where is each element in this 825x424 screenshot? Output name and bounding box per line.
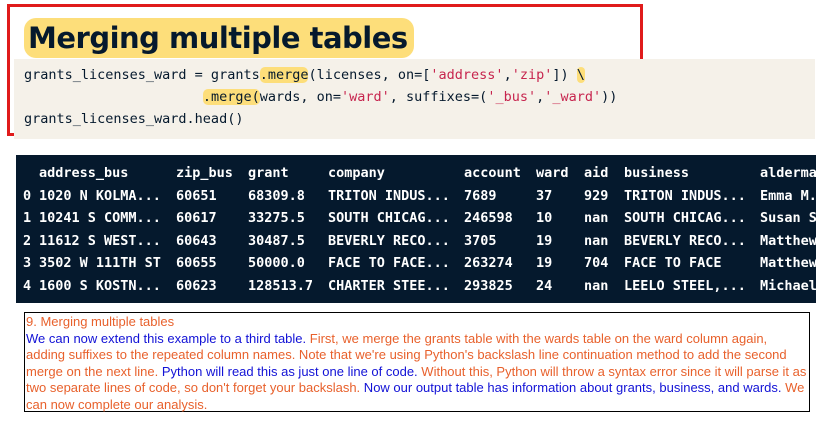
table-row: 0 1020 N KOLMA... 60651 68309.8 TRITON I…	[16, 185, 816, 208]
table-cell: nan	[584, 210, 609, 227]
notes-sentence: We can now extend this example to a thir…	[26, 330, 307, 346]
code-line-2: .merge(wards, on='ward', suffixes=('_bus…	[24, 86, 815, 108]
table-cell: nan	[584, 232, 609, 249]
notes-sentence: Now our output table has information abo…	[360, 380, 782, 396]
column-header: aid	[584, 165, 609, 181]
row-index: 3	[23, 255, 32, 272]
table-cell: 60617	[176, 210, 217, 227]
code-text: ])	[552, 67, 577, 83]
speaker-notes: 9. Merging multiple tables We can now ex…	[24, 312, 810, 412]
code-text: , suffixes=(	[389, 89, 488, 105]
table-row: 4 1600 S KOSTN... 60623 128513.7 CHARTER…	[16, 275, 816, 298]
row-index: 2	[23, 232, 32, 249]
code-string: 'address'	[430, 67, 504, 83]
code-text: (licenses, on=[	[308, 67, 431, 83]
notes-sentence: Python will read this as just one line o…	[158, 363, 418, 379]
code-line-3: grants_licenses_ward.head()	[24, 111, 244, 127]
table-cell: Matthew	[760, 255, 816, 272]
table-cell: FACE TO FACE...	[328, 255, 450, 272]
backslash-highlight: \	[576, 67, 585, 83]
table-row: 2 11612 S WEST... 60643 30487.5 BEVERLY …	[16, 230, 816, 253]
table-cell: 3705	[464, 232, 497, 249]
table-cell: 10	[536, 210, 553, 227]
table-cell: 11612 S WEST...	[39, 232, 161, 249]
table-cell: 1020 N KOLMA...	[39, 187, 161, 204]
column-header: zip_bus	[176, 165, 233, 181]
slide-title: Merging multiple tables	[24, 18, 414, 58]
row-index: 4	[23, 277, 32, 294]
notes-body: We can now extend this example to a thir…	[26, 331, 808, 414]
table-row: 1 10241 S COMM... 60617 33275.5 SOUTH CH…	[16, 207, 816, 230]
table-cell: 3502 W 111TH ST	[39, 255, 161, 272]
table-cell: BEVERLY RECO...	[328, 232, 450, 249]
table-cell: 19	[536, 255, 553, 272]
column-header: company	[328, 165, 385, 181]
table-cell: BEVERLY RECO...	[624, 232, 746, 249]
table-cell: 60623	[176, 277, 217, 294]
table-cell: 30487.5	[248, 232, 305, 249]
code-text: ))	[601, 89, 618, 105]
code-block: grants_licenses_ward = grants.merge(lice…	[14, 59, 815, 139]
code-string: 'ward'	[341, 89, 390, 105]
column-header: address_bus	[39, 165, 129, 181]
table-cell: 60643	[176, 232, 217, 249]
code-line-1: grants_licenses_ward = grants.merge(lice…	[24, 64, 815, 86]
table-cell: 10241 S COMM...	[39, 210, 161, 227]
table-cell: TRITON INDUS...	[624, 187, 746, 204]
code-text: wards, on=	[259, 89, 341, 105]
table-cell: 24	[536, 277, 553, 294]
table-cell: 128513.7	[248, 277, 314, 294]
table-cell: 293825	[464, 277, 513, 294]
table-cell: CHARTER STEE...	[328, 277, 450, 294]
table-cell: 19	[536, 232, 553, 249]
table-cell: 1600 S KOSTN...	[39, 277, 161, 294]
column-header: business	[624, 165, 690, 181]
table-header-row: address_bus zip_bus grant company accoun…	[16, 162, 816, 185]
code-text: grants_licenses_ward = grants	[24, 67, 260, 83]
table-cell: TRITON INDUS...	[328, 187, 450, 204]
row-index: 0	[23, 187, 32, 204]
code-string: '_bus'	[487, 89, 537, 105]
notes-title: 9. Merging multiple tables	[26, 314, 175, 329]
table-row: 3 3502 W 111TH ST 60655 50000.0 FACE TO …	[16, 252, 816, 275]
table-cell: 246598	[464, 210, 513, 227]
column-header: alderma	[760, 165, 816, 181]
table-cell: nan	[584, 277, 609, 294]
table-cell: Michael	[760, 277, 816, 294]
column-header: grant	[248, 165, 289, 181]
table-cell: 33275.5	[248, 210, 305, 227]
code-string: 'zip'	[511, 67, 553, 83]
column-header: ward	[536, 165, 569, 181]
merge-call-highlight: .merge	[259, 67, 309, 83]
code-string: '_ward'	[544, 89, 602, 105]
table-cell: Matthew	[760, 232, 816, 249]
table-cell: FACE TO FACE	[624, 255, 722, 272]
table-cell: SOUTH CHICAG...	[624, 210, 746, 227]
table-cell: 60651	[176, 187, 217, 204]
table-cell: 263274	[464, 255, 513, 272]
table-cell: 37	[536, 187, 553, 204]
code-text: ,	[503, 67, 512, 83]
table-cell: 7689	[464, 187, 497, 204]
table-cell: 50000.0	[248, 255, 305, 272]
table-cell: Susan S	[760, 210, 816, 227]
output-table: address_bus zip_bus grant company accoun…	[16, 155, 816, 303]
table-cell: 929	[584, 187, 609, 204]
row-index: 1	[23, 210, 32, 227]
table-cell: LEELO STEEL,...	[624, 277, 746, 294]
table-cell: 60655	[176, 255, 217, 272]
table-cell: 68309.8	[248, 187, 305, 204]
table-cell: SOUTH CHICAG...	[328, 210, 450, 227]
column-header: account	[464, 165, 521, 181]
merge-call-highlight: .merge(	[202, 89, 260, 105]
table-cell: Emma M.	[760, 187, 816, 204]
table-cell: 704	[584, 255, 609, 272]
